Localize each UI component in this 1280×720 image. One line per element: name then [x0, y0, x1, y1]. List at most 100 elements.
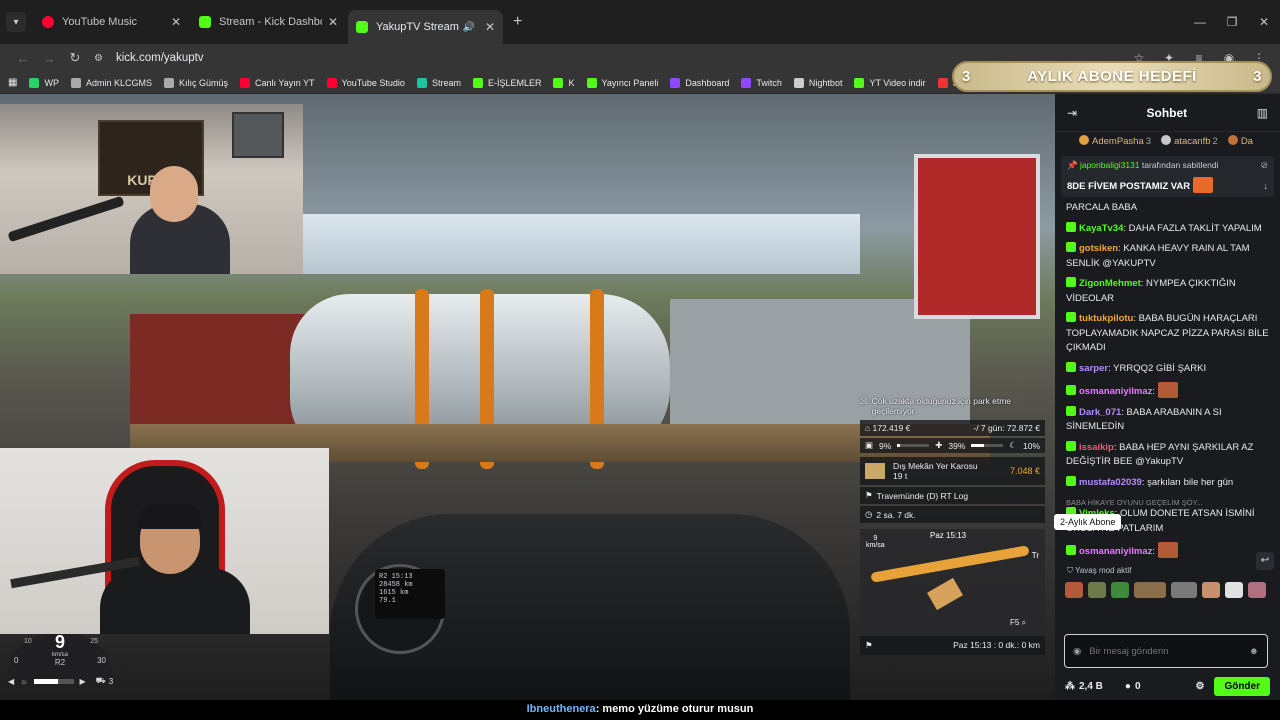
bookmark-item[interactable]: K: [553, 77, 575, 88]
close-window-icon[interactable]: ✕: [1248, 15, 1280, 29]
speaker-icon[interactable]: 🔊: [462, 22, 474, 33]
tab-yakuptv-stream[interactable]: YakupTV Stream - Watch Li 🔊 ✕: [348, 10, 503, 44]
forward-arrow-icon[interactable]: →: [36, 51, 62, 66]
chat-message[interactable]: tuktukpilotu: BABA BUGÜN HARAÇLARI TOPLA…: [1066, 312, 1274, 356]
chat-username[interactable]: osmananiyilmaz: [1079, 546, 1152, 557]
emote-icon[interactable]: [1248, 581, 1266, 598]
bookmark-item[interactable]: Twitch: [741, 77, 782, 88]
bookmark-item[interactable]: Yayıncı Paneli: [586, 77, 658, 88]
subscriber-badge-icon[interactable]: [1066, 405, 1076, 416]
subscriber-badge-icon[interactable]: [1066, 475, 1076, 486]
chat-message[interactable]: PARCALA BABA: [1066, 201, 1274, 216]
back-arrow-icon[interactable]: ←: [10, 51, 36, 66]
chat-message[interactable]: issaikip: BABA HEP AYNI ŞARKILAR AZ DEĞİ…: [1066, 440, 1274, 470]
maximize-icon[interactable]: ❐: [1216, 15, 1248, 29]
tab-title: YouTube Music: [62, 16, 138, 28]
tab-youtube-music[interactable]: YouTube Music ✕: [34, 7, 189, 37]
kick-favicon-icon: [199, 16, 211, 28]
hide-pin-icon[interactable]: ⊘: [1260, 160, 1268, 171]
emote-icon[interactable]: [1171, 581, 1197, 598]
subscriber-badge-icon[interactable]: [1066, 440, 1076, 451]
emote-icon[interactable]: [1202, 581, 1220, 598]
reload-icon[interactable]: ↻: [62, 50, 88, 66]
emote-icon[interactable]: [1065, 581, 1083, 598]
scroll-to-latest-icon[interactable]: ↩: [1256, 552, 1274, 570]
chat-message-input[interactable]: [1089, 645, 1249, 657]
chat-message[interactable]: Dark_071: BABA ARABANIN A SI SİNEMLEDİN: [1066, 405, 1274, 435]
chat-settings-gear-icon[interactable]: ⚙: [1195, 681, 1204, 692]
leader-item[interactable]: AdemPasha 3: [1079, 135, 1151, 147]
rank-3-badge-icon: [1227, 135, 1238, 145]
chat-identity-icon[interactable]: ◉: [1073, 646, 1081, 657]
chat-footer: ⁂ 2,4 B ● 0 ⚙ Gönder: [1055, 674, 1280, 698]
chat-text: DAHA FAZLA TAKLİT YAPALIM: [1128, 222, 1262, 234]
leader-item[interactable]: Da: [1227, 135, 1253, 147]
bookmark-item[interactable]: E-İŞLEMLER: [472, 77, 541, 88]
expand-pin-icon[interactable]: ↓: [1264, 181, 1269, 191]
bookmark-item[interactable]: YT Video indir: [854, 77, 926, 88]
chat-message[interactable]: osmananiyilmaz:: [1066, 382, 1274, 400]
flag-icon: ⚑: [865, 640, 873, 650]
bookmark-item[interactable]: YouTube Studio: [326, 77, 405, 88]
bookmark-item[interactable]: Kılıç Gümüş: [163, 77, 228, 88]
chat-input-box[interactable]: ◉ ☻: [1064, 634, 1268, 668]
chat-username[interactable]: Dark_071: [1079, 407, 1121, 418]
chat-message[interactable]: mustafa02039: şarkıları bile her gün: [1066, 475, 1274, 491]
leaderboard-icon[interactable]: ▥: [1257, 106, 1268, 120]
guest-body: [100, 568, 250, 634]
emote-icon[interactable]: [1134, 581, 1166, 598]
chat-message[interactable]: ZigonMehmet: NYMPEA ÇIKKTIĞIN VİDEOLAR: [1066, 277, 1274, 306]
send-button[interactable]: Gönder: [1214, 676, 1270, 696]
leader-name: AdemPasha: [1092, 136, 1144, 147]
tab-kick-dashboard[interactable]: Stream - Kick Dashboard ✕: [191, 7, 346, 37]
leader-item[interactable]: atacanfb 2: [1161, 135, 1218, 147]
close-tab-icon[interactable]: ✕: [171, 15, 181, 29]
chat-message[interactable]: KayaTv34: DAHA FAZLA TAKLİT YAPALIM: [1066, 221, 1274, 237]
bookmark-favicon-icon: [163, 77, 174, 88]
subscriber-badge-icon[interactable]: [1066, 361, 1076, 372]
chat-username[interactable]: KayaTv34: [1079, 223, 1123, 234]
bank-icon: ⌂: [865, 423, 873, 433]
emote-icon[interactable]: [1111, 581, 1129, 598]
bookmark-item[interactable]: Stream: [416, 77, 461, 88]
bookmark-item[interactable]: Admin KLCGMS: [70, 77, 152, 88]
tab-search-icon[interactable]: ▾: [6, 12, 26, 32]
bookmark-item[interactable]: Nightbot: [793, 77, 842, 88]
chat-message[interactable]: gotsiken: KANKA HEAVY RAIN AL TAM SENLİK…: [1066, 242, 1274, 271]
site-info-icon[interactable]: ⚙: [94, 53, 110, 64]
chat-message[interactable]: sarper: YRRQQ2 GİBİ ŞARKI: [1066, 361, 1274, 377]
emoji-picker-icon[interactable]: ☻: [1249, 646, 1259, 657]
chat-username[interactable]: issaikip: [1079, 442, 1114, 453]
chat-message[interactable]: osmananiyilmaz:: [1066, 542, 1274, 560]
chat-text: şarkıları bile her gün: [1147, 476, 1234, 488]
bookmark-item[interactable]: Canlı Yayın YT: [240, 77, 315, 88]
close-tab-icon[interactable]: ✕: [485, 20, 495, 34]
subscriber-badge-icon[interactable]: [1066, 277, 1076, 287]
dash-line: 79.1: [379, 597, 396, 605]
subscriber-badge-icon[interactable]: [1066, 221, 1076, 232]
subscriber-badge-icon[interactable]: [1066, 385, 1076, 395]
chat-username[interactable]: mustafa02039: [1079, 477, 1142, 488]
subscriber-badge-icon[interactable]: [1066, 242, 1076, 252]
pinned-message[interactable]: 📌 japonbaligi3131 tarafından sabitlendi …: [1061, 156, 1274, 197]
bookmark-item[interactable]: Dashboard: [670, 77, 729, 88]
subscriber-badge-icon[interactable]: [1066, 312, 1076, 322]
chat-username[interactable]: sarper: [1079, 363, 1108, 374]
bookmark-item[interactable]: WP: [29, 77, 59, 88]
reply-preview: BABA HİKAYE OYUNU GEÇELİM ŞÖY...: [1066, 498, 1203, 507]
apps-grid-icon[interactable]: ▦: [8, 77, 17, 88]
collapse-chat-icon[interactable]: ⇥: [1067, 106, 1077, 120]
chat-username[interactable]: gotsiken: [1079, 243, 1118, 254]
emote-icon[interactable]: [1225, 581, 1243, 598]
bookmark-favicon-icon: [472, 77, 483, 88]
chat-username[interactable]: tuktukpilotu: [1079, 313, 1133, 324]
chat-username[interactable]: osmananiyilmaz: [1079, 386, 1152, 397]
stat-bar: [897, 444, 930, 447]
chat-username[interactable]: ZigonMehmet: [1079, 278, 1141, 289]
close-tab-icon[interactable]: ✕: [328, 15, 338, 29]
emote-icon[interactable]: [1088, 581, 1106, 598]
minimize-icon[interactable]: —: [1184, 15, 1216, 29]
subscriber-badge-icon[interactable]: [1066, 545, 1076, 555]
video-player[interactable]: R2 15:13 28458 km 1615 km 79.1 KUPTV 10 …: [0, 94, 1055, 700]
new-tab-plus-icon[interactable]: +: [513, 13, 522, 31]
